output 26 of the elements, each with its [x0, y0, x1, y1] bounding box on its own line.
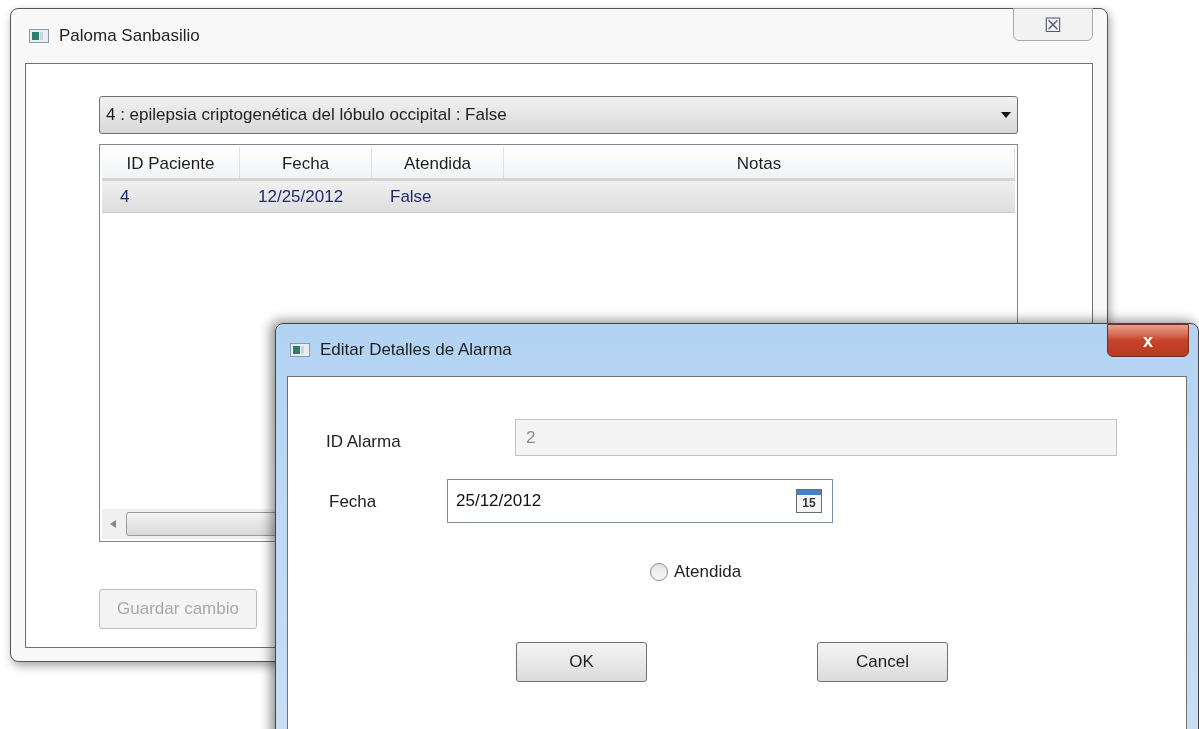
table-cell-text: False — [389, 185, 433, 208]
column-header[interactable]: Fecha — [240, 147, 372, 178]
window-icon — [29, 29, 49, 43]
scroll-left-icon[interactable] — [110, 520, 116, 528]
date-field[interactable]: 25/12/2012 15 — [447, 479, 833, 523]
window-title: Paloma Sanbasilio — [59, 25, 200, 48]
column-header[interactable]: ID Paciente — [102, 147, 240, 178]
window-icon — [290, 343, 310, 357]
column-header[interactable]: Notas — [504, 147, 1015, 178]
calendar-icon[interactable]: 15 — [796, 489, 822, 513]
table-cell-text: 12/25/2012 — [257, 185, 345, 208]
table-cell-text: 4 — [119, 185, 131, 208]
column-header[interactable]: Atendida — [372, 147, 504, 178]
close-button[interactable]: x — [1107, 324, 1189, 357]
field-label: ID Alarma — [326, 431, 401, 453]
combobox[interactable]: 4 : epilepsia criptogenética del lóbulo occipital : False — [99, 96, 1018, 134]
date-value: 25/12/2012 — [456, 490, 542, 513]
window-title: Editar Detalles de Alarma — [320, 339, 512, 362]
radio-button[interactable] — [650, 562, 668, 581]
dropdown-arrow-icon — [1001, 112, 1011, 118]
radio-label: Atendida — [674, 561, 742, 583]
dialog-button[interactable]: Cancel — [817, 642, 948, 682]
table-row[interactable]: 4 12/25/2012 False — [102, 181, 1015, 213]
dialog-button[interactable]: OK — [516, 642, 647, 682]
close-button[interactable]: ☒ — [1013, 8, 1093, 41]
field-label: Fecha — [329, 491, 377, 513]
